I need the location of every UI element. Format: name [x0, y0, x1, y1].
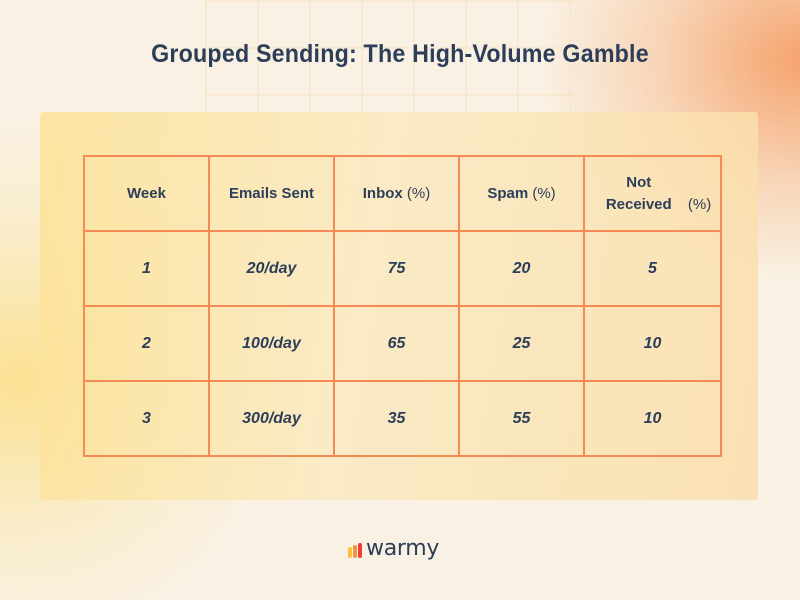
header-unit: (%) — [687, 195, 712, 213]
header-label: Week — [127, 184, 166, 202]
cell-emails-sent: 100/day — [208, 305, 335, 382]
cell-spam: 55 — [458, 380, 585, 457]
header-label: Inbox — [362, 184, 403, 202]
results-table: Week Emails Sent Inbox (%) Spam (%) Not … — [83, 155, 722, 457]
cell-inbox: 35 — [333, 380, 460, 457]
logo-bar — [348, 547, 352, 558]
cell-week: 3 — [83, 380, 210, 457]
header-emails-sent: Emails Sent — [208, 155, 335, 232]
cell-not-received: 5 — [583, 230, 722, 307]
header-label: Not Received — [605, 173, 672, 213]
header-not-received: Not Received (%) — [583, 155, 722, 232]
header-spam: Spam (%) — [458, 155, 585, 232]
cell-emails-sent: 20/day — [208, 230, 335, 307]
header-inbox: Inbox (%) — [333, 155, 460, 232]
warmy-logo: warmy — [348, 536, 439, 562]
cell-week: 2 — [83, 305, 210, 382]
cell-spam: 20 — [458, 230, 585, 307]
table-header-row: Week Emails Sent Inbox (%) Spam (%) Not … — [83, 155, 722, 232]
cell-not-received: 10 — [583, 380, 722, 457]
cell-spam: 25 — [458, 305, 585, 382]
logo-bar — [358, 543, 362, 558]
header-label: Spam — [487, 184, 529, 202]
logo-bar — [353, 545, 357, 558]
table-row: 2 100/day 65 25 10 — [83, 305, 722, 382]
cell-emails-sent: 300/day — [208, 380, 335, 457]
header-unit: (%) — [532, 184, 556, 202]
header-unit: (%) — [406, 184, 431, 202]
logo-bars-icon — [348, 542, 362, 558]
cell-week: 1 — [83, 230, 210, 307]
cell-inbox: 65 — [333, 305, 460, 382]
page-title: Grouped Sending: The High-Volume Gamble — [151, 40, 649, 68]
logo-wordmark: warmy — [366, 536, 440, 561]
cell-inbox: 75 — [333, 230, 460, 307]
table-row: 3 300/day 35 55 10 — [83, 380, 722, 457]
header-week: Week — [83, 155, 210, 232]
header-label: Emails Sent — [228, 184, 315, 202]
table-row: 1 20/day 75 20 5 — [83, 230, 722, 307]
cell-not-received: 10 — [583, 305, 722, 382]
